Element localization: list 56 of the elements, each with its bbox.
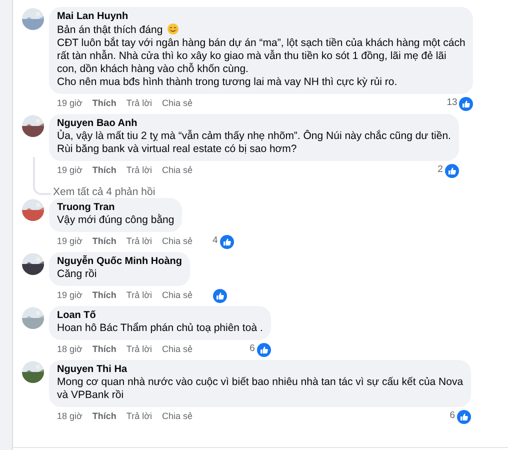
author-name[interactable]: Nguyen Bao Anh <box>57 118 451 130</box>
author-name[interactable]: Nguyễn Quốc Minh Hoàng <box>57 256 182 268</box>
action-link[interactable]: Thích <box>92 288 116 302</box>
like-icon <box>444 164 459 178</box>
action-link[interactable]: Trả lời <box>126 342 152 356</box>
like-count[interactable]: 2 <box>438 163 443 178</box>
comment-time[interactable]: 19 giờ <box>57 164 82 178</box>
action-link[interactable]: Thích <box>92 410 116 424</box>
like-count[interactable]: 4 <box>212 234 218 249</box>
like-count[interactable]: 6 <box>250 342 255 357</box>
comment-time[interactable]: 19 giờ <box>57 96 82 110</box>
comment-text: Ủa, vậy là mất tiu 2 tỵ mà “vẫn cảm thấy nhẹ nhõm”. Ông Núi này chắc cũng dư tiền. <box>57 130 451 143</box>
like-icon <box>220 234 234 248</box>
like-icon <box>457 410 472 424</box>
action-link[interactable]: Chia sẻ <box>162 410 193 424</box>
action-link[interactable]: Chia sẻ <box>162 234 193 248</box>
action-link[interactable]: Thích <box>92 342 116 356</box>
author-name[interactable]: Truong Tran <box>57 202 174 214</box>
comment-text: và VPBank rồi <box>57 389 125 402</box>
like-icon <box>459 96 474 110</box>
comment-text: Hoan hô Bác Thẩm phán chủ toạ phiên toà . <box>57 322 263 335</box>
view-replies-link[interactable]: Xem tất cả 4 phản hồi <box>53 185 156 201</box>
like-count[interactable]: 13 <box>446 96 458 111</box>
action-link[interactable]: Chia sẻ <box>162 342 193 356</box>
action-link[interactable]: Trả lời <box>126 288 152 302</box>
like-icon <box>256 342 271 356</box>
action-link[interactable]: Chia sẻ <box>162 164 193 178</box>
comment-text: con, dồn khách hàng vào chỗ khốn cùng. <box>57 63 250 76</box>
comment-time[interactable]: 18 giờ <box>57 342 82 356</box>
action-link[interactable]: Trả lời <box>126 96 152 110</box>
action-link[interactable]: Chia sẻ <box>162 96 193 110</box>
action-link[interactable]: Trả lời <box>126 410 152 424</box>
action-link[interactable]: Thích <box>92 234 116 248</box>
smiling-face-icon <box>166 23 179 35</box>
author-name[interactable]: Loan Tố <box>57 310 263 322</box>
action-link[interactable]: Chia sẻ <box>162 288 193 302</box>
comment-time[interactable]: 19 giờ <box>57 288 82 302</box>
comment-time[interactable]: 19 giờ <box>57 234 82 248</box>
comment-text: Vậy mới đúng công bằng <box>57 214 174 227</box>
comment-text: Bản án thật thích đáng <box>57 23 466 37</box>
like-count[interactable]: 6 <box>450 409 456 424</box>
action-link[interactable]: Trả lời <box>126 234 152 248</box>
comment-text: Mong cơ quan nhà nước vào cuộc vì biết bao nhiêu nhà tan tác vì sự cấu kết của Nova <box>57 376 464 389</box>
action-link[interactable]: Thích <box>92 96 116 110</box>
comment-text: Căng rồi <box>57 268 98 281</box>
comment-time[interactable]: 18 giờ <box>57 410 82 424</box>
action-link[interactable]: Trả lời <box>126 164 152 178</box>
author-name[interactable]: Mai Lan Huynh <box>57 11 466 23</box>
action-link[interactable]: Thích <box>92 164 116 178</box>
comment-text: Rùi băng bank và virtual real estate có bị sao hơm? <box>57 143 298 156</box>
like-icon <box>212 288 227 302</box>
comment-text: Cho nên mua bđs hình thành trong tương lai mà vay NH thì cực kỳ rủi ro. <box>57 76 398 89</box>
comment-text: rất tàn nhẫn. Nhà cửa thì ko xây ko giao mà vẫn thu tiền ko sót 1 đồng, lãi mẹ đẻ lãi <box>57 50 448 63</box>
thread-line <box>33 157 51 195</box>
author-name[interactable]: Nguyen Thi Ha <box>57 364 464 376</box>
comment-text: CĐT luôn bắt tay với ngân hàng bán dự án “ma”, lột sạch tiền của khách hàng một cách <box>57 37 466 50</box>
